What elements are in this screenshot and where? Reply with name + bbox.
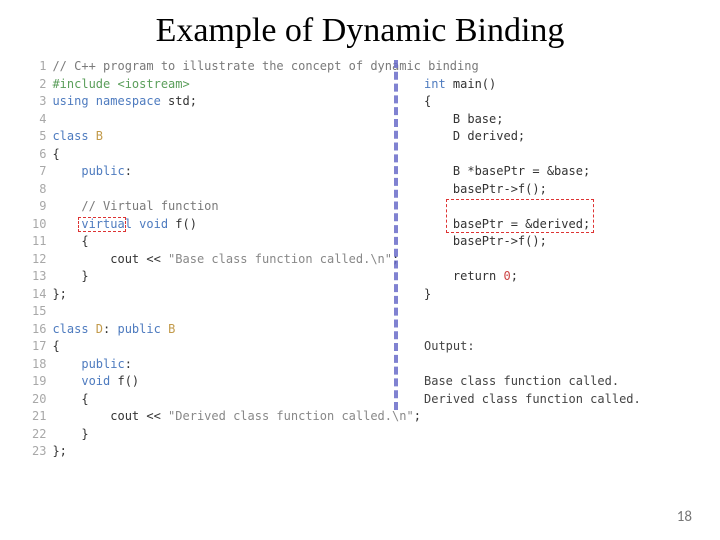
code-class: B <box>89 129 103 143</box>
code-text: std; <box>161 94 197 108</box>
code-kw: public <box>117 322 160 336</box>
code-class: D <box>89 322 103 336</box>
code-text: main() <box>446 77 497 91</box>
code-kw: class <box>52 322 88 336</box>
code-text: cout << <box>52 409 168 423</box>
code-preproc: #include <iostream> <box>52 77 189 91</box>
code-kw: int <box>424 77 446 91</box>
code-kw: public <box>52 357 124 371</box>
code-comment: // C++ program to illustrate the concept… <box>52 59 478 73</box>
code-text: { <box>52 147 59 161</box>
slide: Example of Dynamic Binding 1 2 3 4 5 6 7… <box>0 0 720 540</box>
code-string: "Base class function called.\n" <box>168 252 392 266</box>
code-number: 0 <box>503 269 510 283</box>
code-class: B <box>161 322 175 336</box>
code-text: { <box>52 234 88 248</box>
code-kw: namespace <box>89 94 161 108</box>
code-left-pane: 1 2 3 4 5 6 7 8 9 10 11 12 13 14 15 16 1… <box>32 58 390 478</box>
code-kw: public <box>52 164 124 178</box>
code-text: }; <box>52 287 66 301</box>
output-label: Output: <box>424 339 475 353</box>
code-right-pane: int main() { B base; D derived; B *baseP… <box>424 58 688 478</box>
code-text: B *basePtr = &base; <box>424 164 590 178</box>
code-text: f() <box>168 217 197 231</box>
code-kw: class <box>52 129 88 143</box>
output-line: Base class function called. <box>424 374 619 388</box>
code-kw: virtual <box>52 217 131 231</box>
output-line: Derived class function called. <box>424 392 641 406</box>
slide-title: Example of Dynamic Binding <box>32 12 688 50</box>
code-block-left: // C++ program to illustrate the concept… <box>52 58 478 478</box>
code-string: "Derived class function called.\n" <box>168 409 414 423</box>
code-text: basePtr->f(); <box>424 182 547 196</box>
code-kw: using <box>52 94 88 108</box>
code-text: }; <box>52 444 66 458</box>
content-area: 1 2 3 4 5 6 7 8 9 10 11 12 13 14 15 16 1… <box>32 58 688 478</box>
code-text: : <box>125 357 132 371</box>
code-text: B base; <box>424 112 503 126</box>
code-text: basePtr->f(); <box>424 234 547 248</box>
code-text: cout << <box>52 252 168 266</box>
code-text: } <box>52 427 88 441</box>
line-number-gutter: 1 2 3 4 5 6 7 8 9 10 11 12 13 14 15 16 1… <box>32 58 52 478</box>
code-text: } <box>424 287 431 301</box>
code-text: { <box>52 392 88 406</box>
page-number: 18 <box>677 508 692 526</box>
code-text: ; <box>511 269 518 283</box>
code-text: { <box>52 339 59 353</box>
code-kw: void <box>132 217 168 231</box>
code-text: { <box>424 94 431 108</box>
code-comment: // Virtual function <box>52 199 218 213</box>
code-text: ; <box>414 409 421 423</box>
code-text: } <box>52 269 88 283</box>
code-text: : <box>125 164 132 178</box>
vertical-divider <box>394 60 398 410</box>
code-text: : <box>103 322 117 336</box>
code-text: f() <box>110 374 139 388</box>
code-kw: void <box>52 374 110 388</box>
code-text: D derived; <box>424 129 525 143</box>
code-text: basePtr = &derived; <box>424 217 590 231</box>
code-text: return <box>424 269 503 283</box>
